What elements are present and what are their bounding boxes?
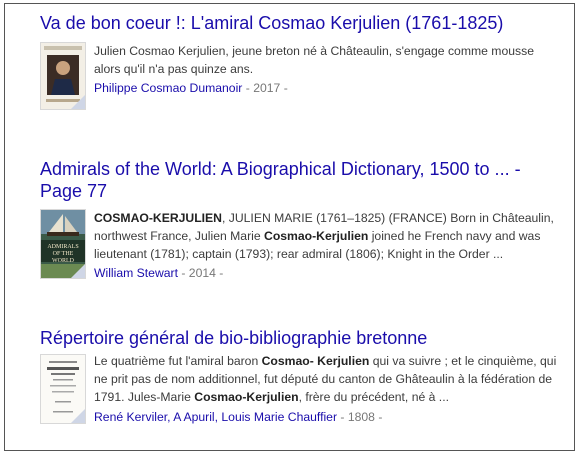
result-meta: Philippe Cosmao Dumanoir - 2017 -: [94, 80, 288, 96]
result-snippet: Julien Cosmao Kerjulien, jeune breton né…: [94, 42, 560, 78]
book-thumbnail[interactable]: ADMIRALS OF THE WORLD: [40, 209, 86, 279]
author-link[interactable]: A Apuril: [173, 410, 214, 424]
results-panel: Va de bon coeur !: L'amiral Cosmao Kerju…: [4, 3, 575, 451]
page-curl-icon: [71, 264, 85, 278]
result-snippet: Le quatrième fut l'amiral baron Cosmao- …: [94, 352, 560, 406]
result-title-link[interactable]: Va de bon coeur !: L'amiral Cosmao Kerju…: [40, 12, 503, 34]
thumbnail-title-text: ADMIRALS OF THE WORLD: [47, 244, 79, 264]
publication-year: - 1808 -: [337, 410, 383, 424]
author-link[interactable]: Philippe Cosmao Dumanoir: [94, 81, 242, 95]
page-curl-icon: [71, 409, 85, 423]
author-link[interactable]: René Kerviler: [94, 410, 167, 424]
result-meta: René Kerviler, A Apuril, Louis Marie Cha…: [94, 409, 382, 425]
publication-year: - 2014 -: [177, 266, 224, 280]
book-thumbnail[interactable]: [40, 42, 86, 110]
result-snippet: COSMAO-KERJULIEN, JULIEN MARIE (1761–182…: [94, 209, 560, 263]
result-meta: William Stewart - 2014 -: [94, 265, 223, 281]
snippet-highlight: Cosmao-Kerjulien: [194, 390, 299, 404]
snippet-text: , frère du précédent, né à ...: [298, 390, 449, 404]
author-link[interactable]: William Stewart: [94, 266, 178, 280]
snippet-text: Julien Cosmao Kerjulien, jeune breton né…: [94, 44, 534, 76]
page-curl-icon: [71, 95, 85, 109]
publication-year: - 2017 -: [242, 81, 288, 95]
snippet-highlight: Cosmao-Kerjulien: [264, 229, 369, 243]
result-title-link[interactable]: Répertoire général de bio-bibliographie …: [40, 327, 427, 349]
snippet-text: Le quatrième fut l'amiral baron: [94, 354, 262, 368]
result-title-link[interactable]: Admirals of the World: A Biographical Di…: [40, 158, 521, 180]
book-thumbnail[interactable]: [40, 354, 86, 424]
author-link[interactable]: Louis Marie Chauffier: [221, 410, 337, 424]
snippet-highlight: COSMAO-KERJULIEN: [94, 211, 222, 225]
snippet-highlight: Cosmao- Kerjulien: [261, 354, 370, 368]
result-title-link-continued[interactable]: Page 77: [40, 180, 107, 202]
